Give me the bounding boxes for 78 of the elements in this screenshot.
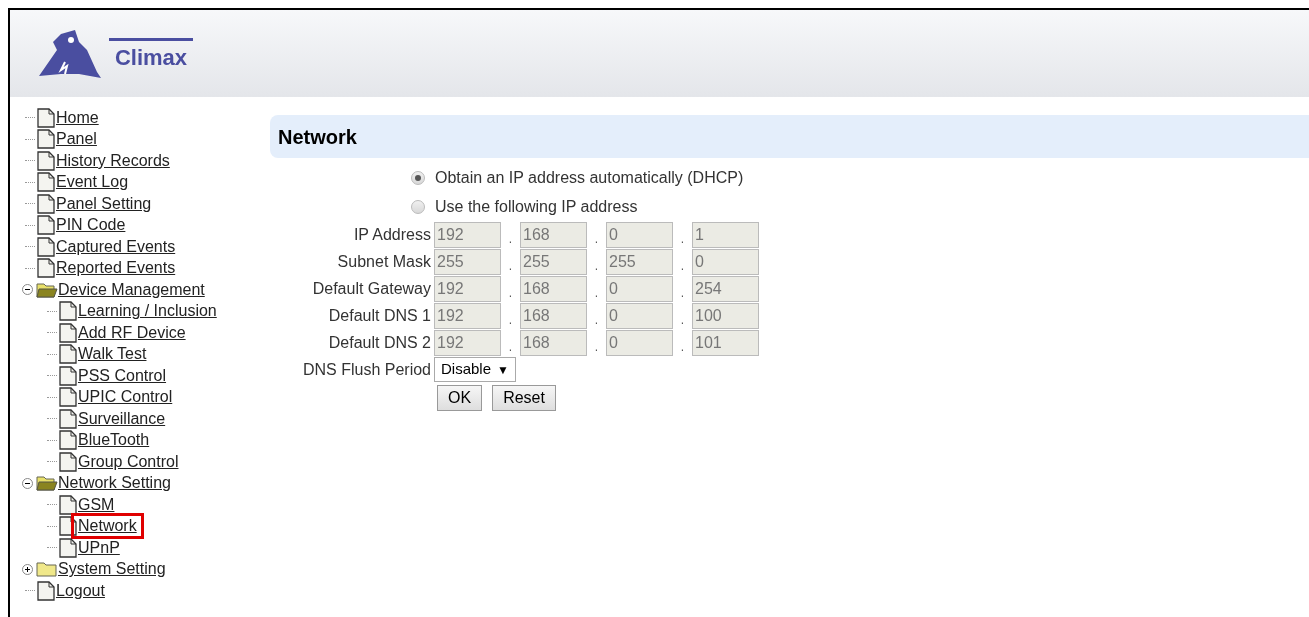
radio-button[interactable] (411, 199, 425, 214)
page-icon (36, 215, 56, 236)
separator-dot: . (507, 312, 514, 329)
logo-text: Climax (114, 47, 188, 69)
separator-dot: . (507, 231, 514, 248)
page-icon (36, 129, 56, 150)
page-icon (58, 451, 78, 472)
page-icon (36, 107, 56, 128)
page-icon (58, 494, 78, 515)
tree-link[interactable]: GSM (78, 494, 115, 515)
tree-link[interactable]: Logout (56, 580, 105, 601)
separator-dot: . (593, 231, 600, 248)
page-icon (36, 258, 56, 279)
page-icon (58, 365, 78, 386)
field-label: Default DNS 1 (327, 306, 432, 326)
expand-toggle-icon[interactable] (22, 563, 33, 575)
separator-dot: . (679, 258, 686, 275)
section-title: Network (278, 124, 357, 150)
separator-dot: . (507, 285, 514, 302)
tree-link[interactable]: UPnP (78, 537, 120, 558)
form-button[interactable]: Reset (492, 385, 556, 411)
tree-link[interactable]: Surveillance (78, 408, 166, 429)
page-icon (58, 301, 78, 322)
tree-link[interactable]: Add RF Device (78, 322, 186, 343)
page-icon (58, 387, 78, 408)
tree-link[interactable]: UPIC Control (78, 387, 173, 408)
tree-link[interactable]: Event Log (56, 172, 129, 193)
field-label: DNS Flush Period (301, 359, 432, 380)
page-icon (36, 193, 56, 214)
collapse-toggle-icon[interactable] (22, 284, 33, 296)
separator-dot: . (679, 285, 686, 302)
tree-link[interactable]: Group Control (78, 451, 179, 472)
page-icon (58, 537, 78, 558)
separator-dot: . (679, 231, 686, 248)
collapse-toggle-icon[interactable] (22, 477, 33, 489)
tree-link[interactable]: Device Management (58, 279, 205, 300)
tree-link[interactable]: Learning / Inclusion (78, 301, 217, 322)
tree-link[interactable]: Panel Setting (56, 193, 152, 214)
open-folder-icon (36, 474, 58, 493)
tree-link[interactable]: Panel (56, 129, 97, 150)
tree-link[interactable]: Walk Test (78, 344, 147, 365)
field-label: Subnet Mask (336, 252, 432, 272)
separator-dot: . (593, 258, 600, 275)
field-label: Default Gateway (311, 279, 432, 299)
form-button[interactable]: OK (437, 385, 483, 411)
page-icon (58, 430, 78, 451)
separator-dot: . (593, 285, 600, 302)
radio-label: Obtain an IP address automatically (DHCP) (435, 167, 744, 188)
tree-link[interactable]: Home (56, 107, 99, 128)
page-icon (58, 322, 78, 343)
separator-dot: . (593, 312, 600, 329)
page-icon (36, 150, 56, 171)
folder-icon (36, 560, 58, 579)
tree-link[interactable]: Network (71, 513, 144, 540)
tree-link[interactable]: Reported Events (56, 258, 176, 279)
page-icon (36, 172, 56, 193)
radio-label: Use the following IP address (435, 196, 638, 217)
tree-link[interactable]: History Records (56, 150, 170, 171)
dns-flush-dropdown[interactable]: Disable ▼ (434, 357, 516, 382)
separator-dot: . (507, 339, 514, 356)
open-folder-icon (36, 280, 58, 299)
tree-link[interactable]: BlueTooth (78, 430, 150, 451)
separator-dot: . (679, 339, 686, 356)
radio-button[interactable] (411, 170, 425, 185)
field-label: Default DNS 2 (327, 333, 432, 353)
separator-dot: . (507, 258, 514, 275)
page-icon (58, 344, 78, 365)
tree-link[interactable]: Network Setting (58, 473, 171, 494)
field-label: IP Address (352, 225, 432, 245)
tree-link[interactable]: PIN Code (56, 215, 126, 236)
page-icon (36, 580, 56, 601)
tree-link[interactable]: Captured Events (56, 236, 176, 257)
separator-dot: . (593, 339, 600, 356)
tree-link[interactable]: PSS Control (78, 365, 167, 386)
tree-link[interactable]: System Setting (58, 559, 166, 580)
page-icon (58, 408, 78, 429)
separator-dot: . (679, 312, 686, 329)
page-icon (36, 236, 56, 257)
